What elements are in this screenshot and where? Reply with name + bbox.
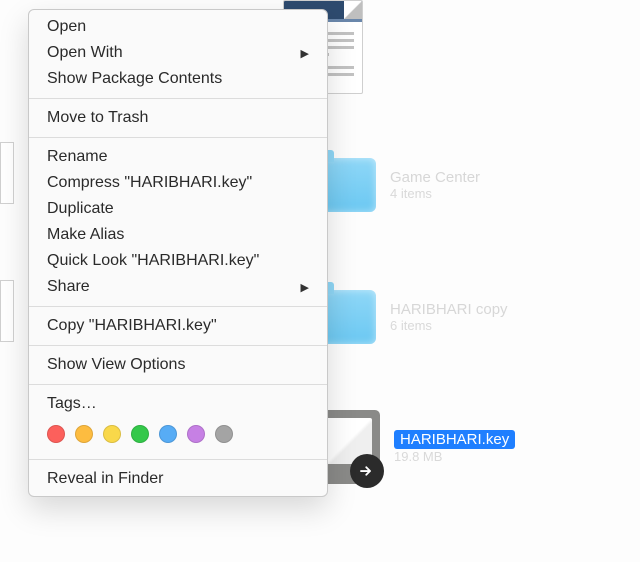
menu-label: Show Package Contents: [47, 70, 222, 88]
page-fold-icon: [344, 1, 362, 19]
menu-label: Copy "HARIBHARI.key": [47, 317, 217, 335]
menu-copy[interactable]: Copy "HARIBHARI.key": [29, 313, 327, 339]
menu-separator: [29, 98, 327, 99]
menu-show-package-contents[interactable]: Show Package Contents: [29, 66, 327, 92]
menu-show-view-options[interactable]: Show View Options: [29, 352, 327, 378]
menu-label: Share: [47, 278, 90, 296]
menu-tags[interactable]: Tags…: [29, 391, 327, 417]
menu-open[interactable]: Open: [29, 14, 327, 40]
menu-compress[interactable]: Compress "HARIBHARI.key": [29, 170, 327, 196]
menu-separator: [29, 137, 327, 138]
item-subtext: 19.8 MB: [394, 449, 515, 464]
tag-color-row: [29, 417, 327, 453]
tag-orange[interactable]: [75, 425, 93, 443]
menu-move-to-trash[interactable]: Move to Trash: [29, 105, 327, 131]
item-subtext: 6 items: [390, 318, 508, 333]
submenu-arrow-icon: ▶: [301, 47, 309, 60]
menu-label: Reveal in Finder: [47, 470, 164, 488]
menu-label: Move to Trash: [47, 109, 148, 127]
background-thumbnail: [0, 280, 14, 342]
menu-label: Rename: [47, 148, 107, 166]
menu-quick-look[interactable]: Quick Look "HARIBHARI.key": [29, 248, 327, 274]
menu-duplicate[interactable]: Duplicate: [29, 196, 327, 222]
play-arrow-icon: [350, 454, 384, 488]
menu-share[interactable]: Share ▶: [29, 274, 327, 300]
context-menu: Open Open With ▶ Show Package Contents M…: [28, 9, 328, 497]
item-name-selected: HARIBHARI.key: [394, 430, 515, 449]
menu-label: Duplicate: [47, 200, 114, 218]
menu-make-alias[interactable]: Make Alias: [29, 222, 327, 248]
submenu-arrow-icon: ▶: [301, 281, 309, 294]
tag-purple[interactable]: [187, 425, 205, 443]
tag-green[interactable]: [131, 425, 149, 443]
tag-yellow[interactable]: [103, 425, 121, 443]
menu-open-with[interactable]: Open With ▶: [29, 40, 327, 66]
tag-blue[interactable]: [159, 425, 177, 443]
tag-gray[interactable]: [215, 425, 233, 443]
item-name: HARIBHARI copy: [390, 301, 508, 318]
menu-label: Compress "HARIBHARI.key": [47, 174, 252, 192]
menu-rename[interactable]: Rename: [29, 144, 327, 170]
menu-label: Make Alias: [47, 226, 124, 244]
menu-label: Show View Options: [47, 356, 185, 374]
file-item-haribhari-key[interactable]: HARIBHARI.key 19.8 MB: [306, 410, 515, 484]
menu-separator: [29, 345, 327, 346]
tag-red[interactable]: [47, 425, 65, 443]
menu-label: Open: [47, 18, 86, 36]
menu-reveal-in-finder[interactable]: Reveal in Finder: [29, 466, 327, 492]
menu-label: Open With: [47, 44, 123, 62]
file-item-game-center[interactable]: Game Center 4 items: [312, 158, 480, 212]
item-subtext: 4 items: [390, 186, 480, 201]
menu-label: Tags…: [47, 395, 97, 413]
file-item-haribhari-copy[interactable]: HARIBHARI copy 6 items: [312, 290, 508, 344]
menu-label: Quick Look "HARIBHARI.key": [47, 252, 259, 270]
background-thumbnail: [0, 142, 14, 204]
menu-separator: [29, 384, 327, 385]
menu-separator: [29, 459, 327, 460]
item-name: Game Center: [390, 169, 480, 186]
menu-separator: [29, 306, 327, 307]
